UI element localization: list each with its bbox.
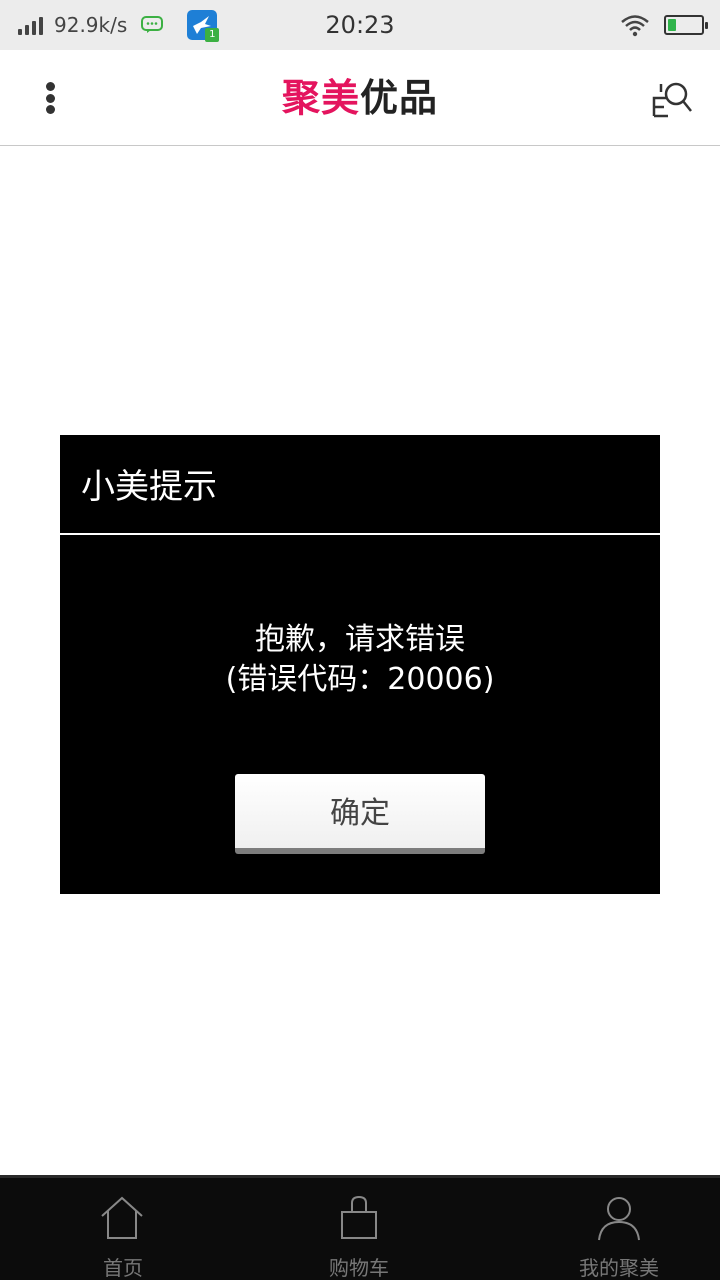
chat-notification-icon [141,16,164,33]
bottom-nav: 首页 购物车 我的聚美 [0,1175,720,1280]
shopping-bag-icon [341,1195,377,1239]
nav-label-my-jumei: 我的聚美 [579,1256,659,1280]
status-right [620,0,708,50]
app-header: 聚美优品 [0,50,720,146]
app-logo: 聚美优品 [0,50,720,146]
nav-item-cart[interactable]: 购物车 [240,1178,480,1280]
status-left: 92.9k/s 1 [18,0,220,50]
app-badge-count: 1 [205,28,220,42]
status-bar: 92.9k/s 1 20:23 [0,0,720,50]
dialog-message-line2: (错误代码：20006) [225,662,495,697]
dialog-title: 小美提示 [60,435,660,535]
confirm-button[interactable]: 确定 [235,774,485,854]
dialog-message: 抱歉，请求错误 (错误代码：20006) [60,620,660,700]
bird-app-icon: 1 [187,10,220,42]
wifi-icon [621,15,649,37]
net-speed: 92.9k/s [54,13,128,37]
nav-item-my-jumei[interactable]: 我的聚美 [480,1178,720,1280]
battery-fill [668,19,676,31]
nav-item-home[interactable]: 首页 [0,1178,240,1280]
home-icon [101,1196,143,1239]
user-icon [598,1197,640,1241]
alert-dialog: 小美提示 抱歉，请求错误 (错误代码：20006) 确定 [60,435,660,894]
battery-icon [664,15,708,35]
search-icon[interactable] [650,76,694,120]
nav-label-home: 首页 [103,1256,143,1280]
logo-part1: 聚美 [281,76,360,120]
dialog-message-line1: 抱歉，请求错误 [255,622,465,657]
logo-part2: 优品 [360,76,439,120]
signal-icon [18,15,46,35]
nav-label-cart: 购物车 [329,1256,389,1280]
